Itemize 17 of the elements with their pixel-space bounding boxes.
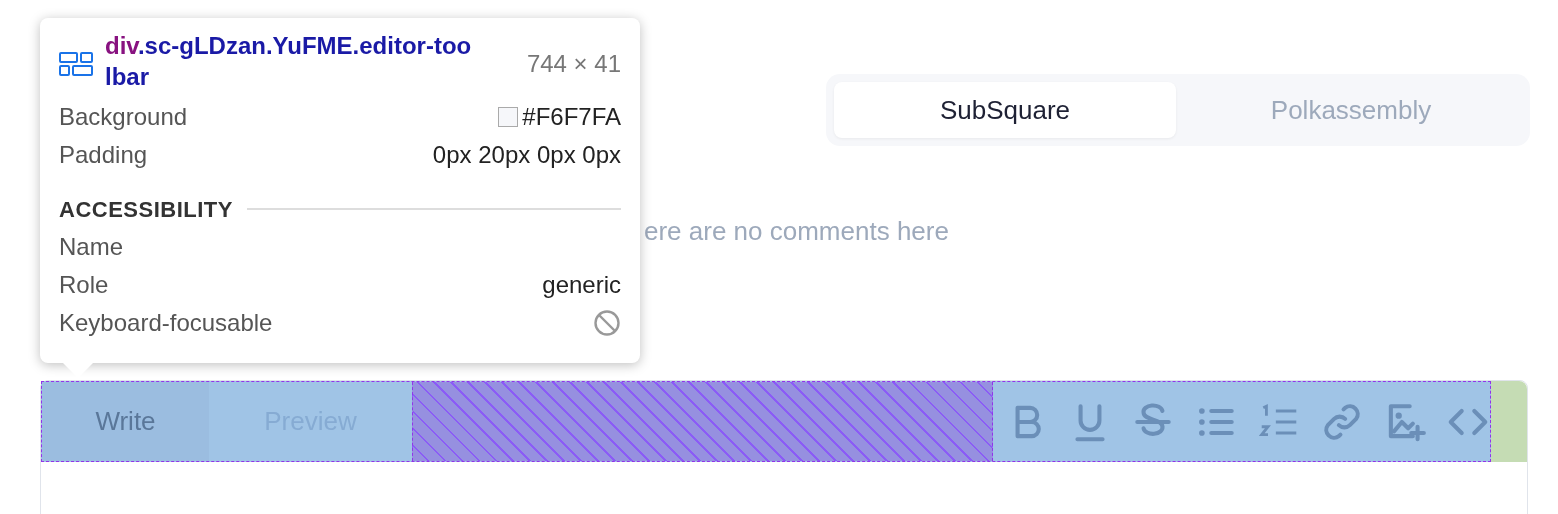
element-size: 744 × 41 [526, 49, 621, 79]
source-tab[interactable]: SubSquare [834, 82, 1176, 138]
property-value: generic [542, 270, 621, 300]
section-heading: ACCESSIBILITY [59, 195, 233, 224]
property-label: Name [59, 232, 124, 262]
source-tab[interactable]: Polkassembly [1180, 82, 1522, 138]
property-value: 0px 20px 0px 0px [432, 140, 621, 170]
grid-layout-icon [59, 52, 93, 76]
property-label: Role [59, 270, 109, 300]
color-swatch [498, 107, 519, 127]
element-selector: div.sc-gLDzan.YuFME.editor-toolbar [105, 31, 473, 92]
property-label: Keyboard-focusable [59, 308, 273, 338]
editor-mode-tab[interactable]: Write [42, 382, 209, 461]
property-value: #F6F7FA [522, 102, 621, 132]
property-label: Padding [59, 140, 148, 170]
property-label: Background [59, 102, 188, 132]
empty-message: ere are no comments here [644, 214, 949, 248]
